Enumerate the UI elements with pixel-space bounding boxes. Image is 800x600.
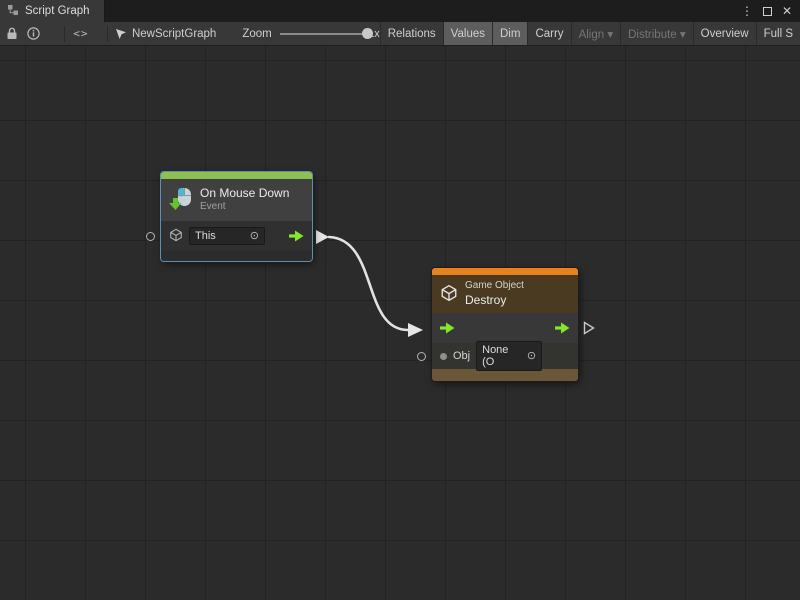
obj-port-dot <box>440 353 447 360</box>
target-input-port[interactable] <box>146 232 155 241</box>
wire-end-arrow <box>408 323 423 337</box>
maximize-icon[interactable] <box>763 7 772 16</box>
trigger-output-port[interactable] <box>289 230 304 242</box>
object-picker-icon[interactable]: ⊙ <box>250 231 259 242</box>
obj-object-field[interactable]: None (O ⊙ <box>476 341 542 371</box>
event-node-footer <box>161 251 312 261</box>
target-object-value: This <box>195 230 216 242</box>
on-mouse-down-node[interactable]: On Mouse Down Event This ⊙ <box>161 172 312 261</box>
destroy-node[interactable]: Game Object Destroy Obj None (O ⊙ <box>432 268 578 381</box>
graph-name: NewScriptGraph <box>132 28 216 40</box>
event-node-header: On Mouse Down Event <box>161 179 312 221</box>
window-menu-icon[interactable]: ⋮ <box>741 4 753 18</box>
close-icon[interactable]: ✕ <box>782 4 792 18</box>
values-button[interactable]: Values <box>443 22 492 45</box>
overview-button[interactable]: Overview <box>693 22 756 45</box>
connection-wire <box>0 46 800 600</box>
graph-pointer-icon <box>114 22 128 45</box>
fullscreen-button[interactable]: Full S <box>756 22 800 45</box>
game-object-cube-icon <box>169 228 183 245</box>
trigger-input-port[interactable] <box>440 322 455 334</box>
target-object-dropdown[interactable]: This ⊙ <box>189 227 265 245</box>
window-controls: ⋮ ✕ <box>741 0 800 22</box>
zoom-label: Zoom <box>242 28 271 40</box>
wire-path <box>329 237 408 330</box>
zoom-slider-track <box>280 33 362 35</box>
obj-object-value: None (O <box>482 344 523 368</box>
zoom-slider-knob[interactable] <box>362 28 373 39</box>
destroy-node-obj-row: Obj None (O ⊙ <box>432 343 578 369</box>
script-graph-window: Script Graph ⋮ ✕ <> NewScriptGraph Zoom … <box>0 0 800 600</box>
toolbar-separator <box>64 26 65 42</box>
title-bar: Script Graph ⋮ ✕ <box>0 0 800 22</box>
info-icon[interactable] <box>23 22 44 45</box>
destroy-node-category: Game Object <box>465 280 524 293</box>
obj-input-port[interactable] <box>417 352 426 361</box>
object-picker-icon[interactable]: ⊙ <box>527 351 536 362</box>
wire-start-arrow <box>316 230 329 244</box>
trigger-output-outer-port[interactable] <box>583 321 595 338</box>
game-object-cube-icon <box>440 284 458 305</box>
event-accent-bar <box>161 172 312 179</box>
event-node-subtitle: Event <box>200 201 289 214</box>
dim-button[interactable]: Dim <box>492 22 527 45</box>
destroy-accent-bar <box>432 268 578 275</box>
toolbar-buttons: Relations Values Dim Carry Align ▾ Distr… <box>380 22 800 45</box>
graph-canvas[interactable]: On Mouse Down Event This ⊙ <box>0 46 800 600</box>
zoom-slider[interactable] <box>280 22 362 45</box>
destroy-node-header: Game Object Destroy <box>432 275 578 313</box>
destroy-node-title: Destroy <box>465 293 524 308</box>
trigger-output-port[interactable] <box>555 322 570 334</box>
event-node-port-row: This ⊙ <box>161 221 312 251</box>
distribute-dropdown-button[interactable]: Distribute ▾ <box>620 22 693 45</box>
graph-toolbar: <> NewScriptGraph Zoom 1x Relations Valu… <box>0 22 800 46</box>
obj-label: Obj <box>453 350 470 362</box>
script-graph-tab-icon <box>7 4 19 19</box>
code-view-icon[interactable]: <> <box>70 22 91 45</box>
mouse-down-icon <box>169 187 193 214</box>
tab-script-graph[interactable]: Script Graph <box>0 0 105 22</box>
relations-button[interactable]: Relations <box>380 22 443 45</box>
tab-title: Script Graph <box>25 5 90 17</box>
event-node-title: On Mouse Down <box>200 186 289 201</box>
align-dropdown-button[interactable]: Align ▾ <box>571 22 621 45</box>
toolbar-separator <box>107 26 108 42</box>
carry-button[interactable]: Carry <box>527 22 570 45</box>
lock-icon[interactable] <box>2 22 23 45</box>
destroy-node-trigger-row <box>432 313 578 343</box>
